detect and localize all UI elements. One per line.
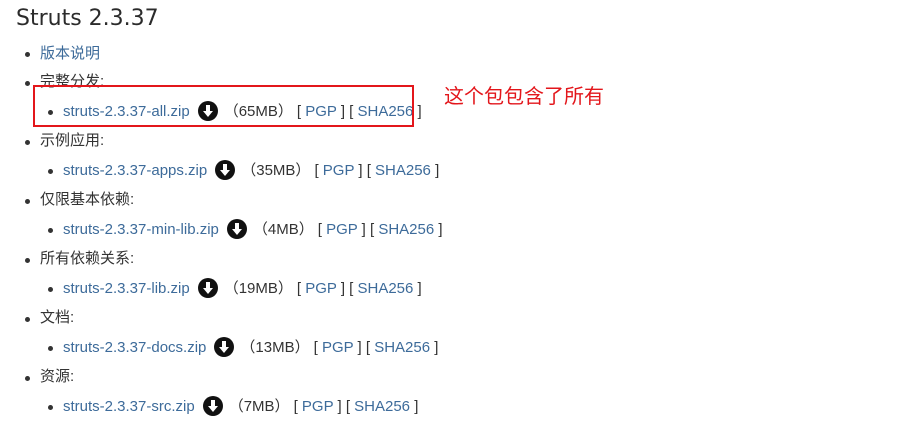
file-size: （19MB）	[223, 280, 293, 297]
file-size: （35MB）	[241, 162, 311, 179]
release-notes-link[interactable]: 版本说明	[40, 45, 100, 62]
download-row: struts-2.3.37-apps.zip （35MB）[ PGP ] [ SH…	[63, 160, 440, 180]
category-label-min-deps: 仅限基本依赖:	[40, 191, 135, 208]
pgp-link[interactable]: PGP	[305, 280, 336, 297]
file-link[interactable]: struts-2.3.37-docs.zip	[63, 339, 206, 356]
download-row: struts-2.3.37-lib.zip （19MB）[ PGP ] [ SHA…	[63, 278, 422, 298]
download-row: struts-2.3.37-docs.zip （13MB）[ PGP ] [ SH…	[63, 337, 439, 357]
download-circle-icon[interactable]	[197, 278, 218, 298]
file-size: （13MB）	[240, 339, 310, 356]
download-row: struts-2.3.37-min-lib.zip （4MB）[ PGP ] [ …	[63, 219, 443, 239]
pgp-link[interactable]: PGP	[322, 339, 353, 356]
annotation-text: 这个包包含了所有	[444, 84, 604, 108]
category-label-all-deps: 所有依赖关系:	[40, 250, 135, 267]
file-link[interactable]: struts-2.3.37-apps.zip	[63, 162, 207, 179]
sha256-link[interactable]: SHA256	[375, 162, 431, 179]
pgp-link[interactable]: PGP	[326, 221, 357, 238]
list-bullet	[25, 81, 30, 86]
sha256-link[interactable]: SHA256	[354, 398, 410, 415]
sub-list-bullet	[48, 228, 53, 233]
pgp-link[interactable]: PGP	[302, 398, 333, 415]
list-bullet	[25, 140, 30, 145]
download-circle-icon[interactable]	[226, 219, 247, 239]
file-link[interactable]: struts-2.3.37-min-lib.zip	[63, 221, 219, 238]
download-circle-icon[interactable]	[214, 337, 235, 357]
list-bullet	[25, 199, 30, 204]
pgp-link[interactable]: PGP	[323, 162, 354, 179]
category-label-docs: 文档:	[40, 309, 75, 326]
sub-list-bullet	[48, 169, 53, 174]
download-circle-icon[interactable]	[202, 396, 223, 416]
sha256-link[interactable]: SHA256	[358, 280, 414, 297]
annotation-highlight-box	[33, 85, 414, 127]
sub-list-bullet	[48, 346, 53, 351]
sub-list-bullet	[48, 405, 53, 410]
release-notes-item: 版本说明	[40, 44, 100, 64]
sha256-link[interactable]: SHA256	[378, 221, 434, 238]
download-row: struts-2.3.37-src.zip （7MB）[ PGP ] [ SHA2…	[63, 396, 419, 416]
list-bullet	[25, 258, 30, 263]
list-bullet	[25, 52, 30, 57]
download-circle-icon[interactable]	[215, 160, 236, 180]
page-title: Struts 2.3.37	[16, 6, 159, 31]
sha256-link[interactable]: SHA256	[374, 339, 430, 356]
category-label-source: 资源:	[40, 368, 75, 385]
sub-list-bullet	[48, 287, 53, 292]
file-link[interactable]: struts-2.3.37-src.zip	[63, 398, 195, 415]
category-label-sample-apps: 示例应用:	[40, 132, 105, 149]
list-bullet	[25, 317, 30, 322]
file-size: （7MB）	[228, 398, 290, 415]
file-size: （4MB）	[252, 221, 314, 238]
list-bullet	[25, 376, 30, 381]
file-link[interactable]: struts-2.3.37-lib.zip	[63, 280, 190, 297]
